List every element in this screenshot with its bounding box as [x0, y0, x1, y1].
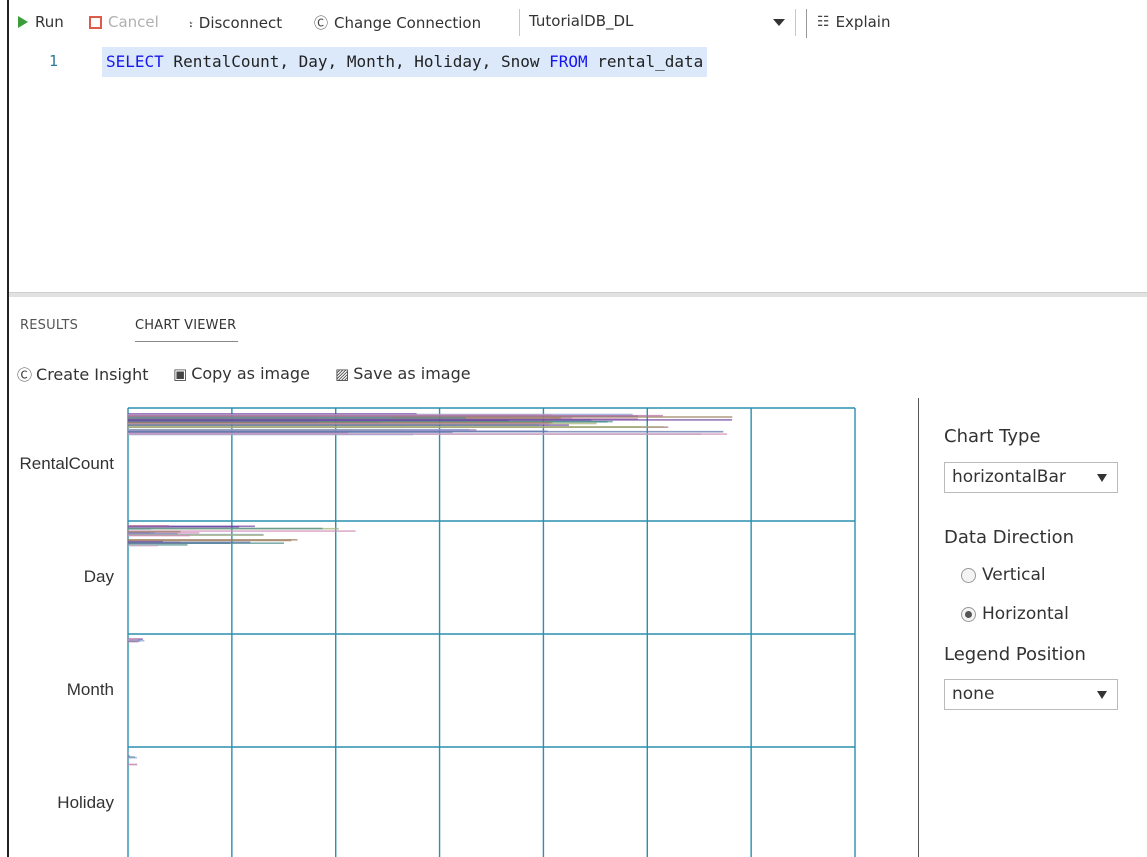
from-keyword: FROM: [549, 52, 588, 71]
settings-divider: [918, 398, 919, 857]
category-label-month: Month: [66, 680, 114, 699]
bar-rentalcount: [128, 414, 663, 417]
create-insight-button[interactable]: Ⓒ Create Insight: [17, 364, 148, 385]
chart-type-select[interactable]: horizontalBar: [944, 462, 1118, 493]
plug-icon: ⹎: [189, 15, 193, 31]
query-toolbar: Run Cancel ⹎ Disconnect Ⓒ Change Connect…: [9, 0, 1147, 44]
direction-vertical-option[interactable]: Vertical: [961, 565, 1046, 585]
bar-month: [128, 639, 138, 641]
bar-rentalcount: [128, 433, 702, 435]
disconnect-label: Disconnect: [198, 13, 283, 32]
bar-day: [128, 539, 298, 541]
tab-results[interactable]: RESULTS: [20, 318, 78, 341]
bar-rentalcount: [128, 419, 733, 421]
category-label-day: Day: [83, 567, 114, 586]
chart-type-label: Chart Type: [944, 426, 1041, 447]
bar-rentalcount: [128, 426, 665, 428]
radio-horizontal[interactable]: [961, 606, 976, 622]
panel-splitter[interactable]: [9, 292, 1147, 297]
bar-rentalcount: [128, 417, 466, 419]
stop-icon: [89, 15, 102, 29]
table-name: rental_data: [587, 52, 704, 71]
tab-chart-viewer[interactable]: CHART VIEWER: [135, 318, 239, 342]
play-icon: [18, 16, 28, 28]
database-select[interactable]: TutorialDB_DL: [519, 9, 796, 36]
bar-rentalcount: [128, 430, 724, 433]
app-window: Run Cancel ⹎ Disconnect Ⓒ Change Connect…: [7, 0, 1147, 857]
database-value: TutorialDB_DL: [529, 12, 634, 30]
bar-day: [128, 541, 251, 544]
run-label: Run: [35, 13, 64, 31]
code-line[interactable]: SELECT RentalCount, Day, Month, Holiday,…: [102, 47, 708, 77]
chevron-down-icon: [1097, 691, 1107, 699]
run-button[interactable]: Run: [18, 13, 64, 31]
toolbar-divider: [806, 9, 807, 38]
data-direction-label: Data Direction: [944, 527, 1075, 548]
explain-button[interactable]: ☷ Explain: [817, 13, 890, 31]
legend-position-value: none: [952, 684, 995, 704]
cancel-label: Cancel: [108, 13, 159, 31]
connection-swap-icon: Ⓒ: [314, 16, 328, 32]
save-as-image-button[interactable]: ▨ Save as image: [335, 364, 471, 383]
save-image-icon: ▨: [335, 364, 350, 383]
bar-holiday: [128, 763, 130, 766]
column-list: RentalCount, Day, Month, Holiday, Snow: [163, 52, 550, 71]
copy-as-image-button[interactable]: ▣ Copy as image: [173, 364, 310, 383]
image-icon: ▣: [173, 364, 188, 383]
bar-day: [128, 530, 181, 533]
bar-rentalcount: [128, 428, 470, 431]
radio-vertical[interactable]: [961, 567, 976, 583]
explain-label: Explain: [835, 13, 891, 31]
chart-area: RentalCount Day Month Holiday: [9, 400, 909, 857]
bar-day: [128, 544, 158, 547]
change-connection-label: Change Connection: [334, 14, 482, 32]
cancel-button[interactable]: Cancel: [89, 13, 159, 31]
bar-day: [128, 525, 169, 527]
create-insight-label: Create Insight: [36, 365, 149, 384]
chevron-down-icon: [773, 19, 785, 26]
vertical-label: Vertical: [982, 565, 1046, 585]
bar-holiday: [128, 763, 138, 766]
bar-holiday: [128, 756, 137, 759]
insight-icon: Ⓒ: [17, 366, 33, 384]
chart-type-value: horizontalBar: [952, 467, 1066, 487]
direction-horizontal-option[interactable]: Horizontal: [961, 604, 1069, 624]
query-editor[interactable]: 1 SELECT RentalCount, Day, Month, Holida…: [9, 44, 1147, 292]
bar-day: [128, 534, 191, 537]
legend-position-select[interactable]: none: [944, 679, 1118, 710]
bar-day: [128, 527, 323, 530]
disconnect-button[interactable]: ⹎ Disconnect: [189, 13, 282, 32]
bar-holiday: [128, 752, 129, 754]
horizontal-bar-chart: [127, 407, 856, 857]
chevron-down-icon: [1097, 474, 1107, 482]
horizontal-label: Horizontal: [982, 604, 1069, 624]
hierarchy-icon: ☷: [817, 14, 830, 30]
category-label-rentalcount: RentalCount: [19, 454, 114, 473]
legend-position-label: Legend Position: [944, 644, 1086, 665]
copy-as-image-label: Copy as image: [191, 364, 310, 383]
change-connection-button[interactable]: Ⓒ Change Connection: [314, 13, 481, 33]
line-number: 1: [49, 52, 59, 70]
category-label-holiday: Holiday: [57, 793, 114, 812]
bar-rentalcount: [128, 421, 553, 424]
select-keyword: SELECT: [106, 52, 164, 71]
save-as-image-label: Save as image: [353, 364, 471, 383]
